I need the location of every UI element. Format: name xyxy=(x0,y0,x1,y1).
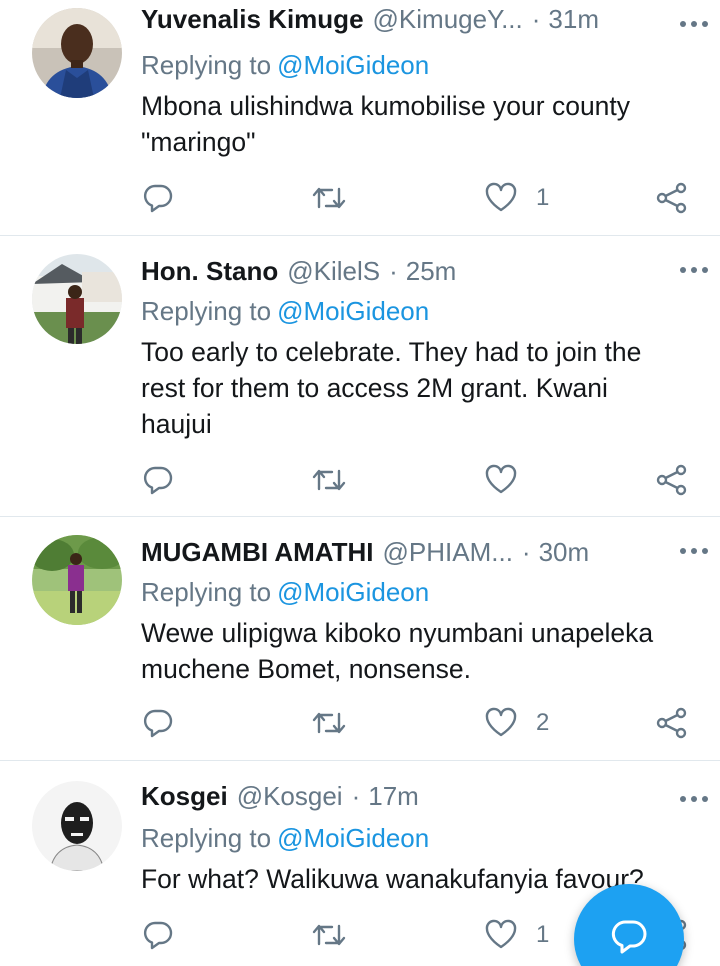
author-name[interactable]: Kosgei xyxy=(141,781,228,812)
timestamp[interactable]: 17m xyxy=(368,781,419,812)
reply-icon xyxy=(143,184,173,213)
tweet-1[interactable]: Yuvenalis Kimuge @KimugeY... · 31m Reply… xyxy=(0,0,720,236)
author-handle[interactable]: @KimugeY... xyxy=(373,4,523,35)
replying-mention-link[interactable]: @MoiGideon xyxy=(277,50,429,80)
author-name[interactable]: Hon. Stano xyxy=(141,256,278,287)
more-dots-icon[interactable] xyxy=(678,18,710,30)
tweet-2[interactable]: Hon. Stano @KilelS · 25m Replying to @Moi… xyxy=(0,236,720,517)
avatar[interactable] xyxy=(32,781,122,871)
tweet-text-line: Too early to celebrate. They had to join… xyxy=(141,337,642,367)
separator-dot: · xyxy=(389,256,398,286)
share-button[interactable] xyxy=(655,460,689,500)
author-handle[interactable]: @KilelS xyxy=(287,256,380,287)
share-icon xyxy=(656,464,687,496)
reply-button[interactable] xyxy=(141,915,175,955)
tweet-text-line: "maringo" xyxy=(141,127,256,157)
retweet-icon xyxy=(312,187,346,209)
avatar[interactable] xyxy=(32,254,122,344)
reply-button[interactable] xyxy=(141,460,175,500)
replying-label: Replying to xyxy=(141,577,272,607)
author-handle[interactable]: @Kosgei xyxy=(237,781,343,812)
like-button[interactable]: 1 xyxy=(484,178,549,218)
avatar-man-blue-shirt-icon xyxy=(32,8,122,98)
retweet-icon xyxy=(312,712,346,734)
heart-icon xyxy=(485,182,517,212)
share-icon xyxy=(656,707,687,739)
separator-dot: · xyxy=(351,781,361,811)
compose-reply-icon xyxy=(611,920,647,954)
replying-to: Replying to @MoiGideon xyxy=(141,296,429,327)
avatar-sketch-face-icon xyxy=(32,781,122,871)
replying-mention-link[interactable]: @MoiGideon xyxy=(277,823,429,853)
replying-mention-link[interactable]: @MoiGideon xyxy=(277,577,429,607)
reply-icon xyxy=(143,709,173,738)
author-name[interactable]: MUGAMBI AMATHI xyxy=(141,537,374,568)
separator-dot: · xyxy=(531,4,541,34)
share-button[interactable] xyxy=(655,178,689,218)
like-button[interactable]: 2 xyxy=(484,703,549,743)
like-button[interactable] xyxy=(484,460,536,500)
avatar[interactable] xyxy=(32,535,122,625)
replying-to: Replying to @MoiGideon xyxy=(141,50,429,81)
reply-icon xyxy=(143,466,173,495)
tweet-text: Mbona ulishindwa kumobilise your county … xyxy=(141,88,680,160)
timestamp[interactable]: 25m xyxy=(406,256,457,287)
tweet-text-line: Wewe ulipigwa kiboko nyumbani unapeleka xyxy=(141,618,654,648)
tweet-3[interactable]: MUGAMBI AMATHI @PHIAM... · 30m Replying … xyxy=(0,517,720,761)
more-dots-icon[interactable] xyxy=(678,545,710,557)
reply-icon xyxy=(143,921,173,950)
replying-label: Replying to xyxy=(141,823,272,853)
avatar[interactable] xyxy=(32,8,122,98)
tweet-text-line: muchene Bomet, nonsense. xyxy=(141,654,471,684)
separator-dot: · xyxy=(521,537,531,567)
retweet-icon xyxy=(312,924,346,946)
tweet-actions: 2 xyxy=(0,703,720,743)
replying-to: Replying to @MoiGideon xyxy=(141,577,429,608)
timestamp[interactable]: 31m xyxy=(548,4,599,35)
retweet-icon xyxy=(312,469,346,491)
tweet-text: Wewe ulipigwa kiboko nyumbani unapeleka … xyxy=(141,615,680,687)
more-dots-icon[interactable] xyxy=(678,793,710,805)
timestamp[interactable]: 30m xyxy=(539,537,590,568)
like-count: 1 xyxy=(536,921,550,948)
reply-button[interactable] xyxy=(141,703,175,743)
tweet-text-line: rest for them to access 2M grant. Kwani xyxy=(141,373,608,403)
share-icon xyxy=(656,182,687,214)
avatar-man-field-icon xyxy=(32,535,122,625)
heart-icon xyxy=(485,919,517,949)
retweet-button[interactable] xyxy=(311,460,347,500)
tweet-text-line: haujui xyxy=(141,409,212,439)
replying-label: Replying to xyxy=(141,296,272,326)
share-button[interactable] xyxy=(655,703,689,743)
retweet-button[interactable] xyxy=(311,915,347,955)
more-dots-icon[interactable] xyxy=(678,264,710,276)
author-handle[interactable]: @PHIAM... xyxy=(383,537,513,568)
tweet-text: Too early to celebrate. They had to join… xyxy=(141,334,680,442)
retweet-button[interactable] xyxy=(311,178,347,218)
replying-to: Replying to @MoiGideon xyxy=(141,823,429,854)
like-button[interactable]: 1 xyxy=(484,915,549,955)
like-count: 1 xyxy=(536,184,550,211)
tweet-actions: 1 xyxy=(0,178,720,218)
replying-label: Replying to xyxy=(141,50,272,80)
like-count: 2 xyxy=(536,709,550,736)
tweet-text-line: Mbona ulishindwa kumobilise your county xyxy=(141,91,631,121)
replying-mention-link[interactable]: @MoiGideon xyxy=(277,296,429,326)
tweet-actions xyxy=(0,460,720,500)
avatar-man-house-icon xyxy=(32,254,122,344)
heart-icon xyxy=(485,464,517,494)
author-name[interactable]: Yuvenalis Kimuge xyxy=(141,4,364,35)
retweet-button[interactable] xyxy=(311,703,347,743)
heart-icon xyxy=(485,707,517,737)
reply-button[interactable] xyxy=(141,178,175,218)
